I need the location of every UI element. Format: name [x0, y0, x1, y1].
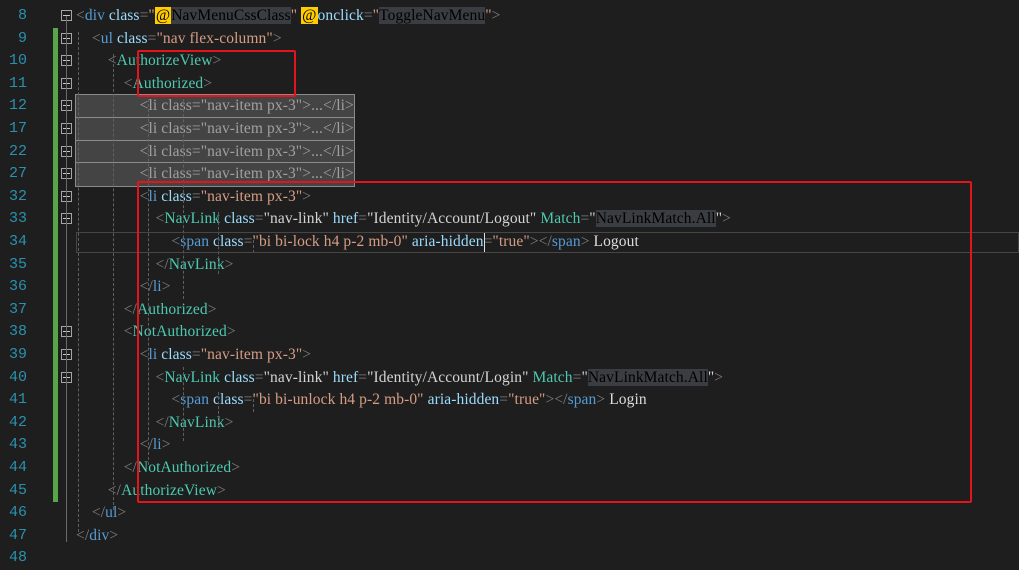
line-number: 10 — [8, 52, 27, 70]
change-indicator — [53, 457, 58, 480]
line-number: 34 — [8, 233, 27, 250]
change-indicator — [53, 118, 58, 141]
change-indicator — [53, 253, 58, 277]
change-indicator — [53, 50, 58, 73]
change-indicator — [53, 411, 58, 435]
line-number: 47 — [8, 526, 27, 544]
code-token: div — [89, 526, 110, 544]
line-number: 35 — [8, 255, 27, 273]
line-number: 9 — [17, 29, 27, 47]
code-line[interactable]: 47 </div> — [0, 525, 1019, 548]
code-token: class — [104, 7, 140, 24]
line-number: 33 — [8, 210, 27, 228]
line-number: 12 — [8, 97, 27, 115]
change-indicator — [53, 389, 58, 412]
code-text[interactable]: <li class="nav-item px-3">...</li> — [75, 117, 355, 142]
code-token: "nav flex-column" — [156, 29, 273, 47]
change-indicator — [53, 276, 58, 299]
line-number: 44 — [8, 459, 27, 476]
code-text[interactable]: </ul> — [76, 502, 126, 525]
code-token: </ — [76, 504, 106, 522]
collapsed-code-line[interactable]: 17 <li class="nav-item px-3">...</li> — [0, 117, 1019, 142]
change-indicator — [53, 208, 58, 231]
change-indicator — [53, 185, 58, 209]
line-number: 40 — [8, 368, 27, 386]
indent-guide — [113, 54, 114, 510]
code-token: NavMenuCssClass — [171, 7, 291, 24]
change-indicator — [53, 140, 58, 164]
code-text[interactable]: <li class="nav-item px-3">...</li> — [75, 94, 355, 119]
code-token: < — [76, 52, 117, 70]
code-line[interactable]: 9 <ul class="nav flex-column"> — [0, 27, 1019, 51]
outline-connector — [66, 16, 67, 542]
collapsed-code-line[interactable]: 22 <li class="nav-item px-3">...</li> — [0, 139, 1019, 165]
line-number: 41 — [8, 391, 27, 409]
code-token: < — [76, 29, 101, 47]
code-line[interactable]: 48 — [0, 547, 1019, 570]
code-editor[interactable]: 8 <div class="@NavMenuCssClass" @onclick=… — [0, 0, 1019, 566]
code-token: < — [76, 74, 133, 92]
line-number: 27 — [8, 165, 27, 183]
indent-guide — [78, 32, 79, 532]
code-text[interactable]: <ul class="nav flex-column"> — [76, 28, 282, 51]
code-token: </ — [76, 300, 137, 318]
code-line[interactable]: 46 </ul> — [0, 502, 1019, 525]
line-number: 38 — [8, 323, 27, 341]
change-indicator — [53, 231, 58, 254]
change-indicator — [53, 27, 58, 51]
line-number: 32 — [8, 187, 27, 205]
line-number: 36 — [8, 278, 27, 296]
collapsed-code-line[interactable]: 12 <li class="nav-item px-3">...</li> — [0, 94, 1019, 119]
change-indicator — [53, 321, 58, 344]
code-token: @ — [301, 7, 318, 24]
code-token: > — [491, 7, 501, 24]
change-indicator — [53, 163, 58, 186]
code-token: ul — [100, 29, 114, 47]
line-number: 42 — [8, 413, 27, 431]
change-indicator — [53, 344, 58, 367]
code-token: < — [76, 7, 85, 24]
change-indicator — [53, 298, 58, 322]
annotation-box — [137, 50, 296, 97]
annotation-box — [137, 181, 972, 503]
line-number: 37 — [8, 300, 27, 318]
code-token: > — [117, 504, 127, 522]
code-line[interactable]: 8 <div class="@NavMenuCssClass" @onclick=… — [0, 5, 1019, 28]
code-token: class — [113, 29, 148, 47]
code-token: ToggleNavMenu — [379, 7, 486, 24]
code-token: onclick — [317, 7, 364, 24]
code-token: = — [363, 7, 373, 24]
code-token: @ — [154, 7, 172, 24]
code-token: <li class="nav-item px-3">...</li> — [76, 97, 354, 115]
line-number: 48 — [8, 549, 27, 567]
change-indicator — [53, 72, 58, 96]
change-indicator — [53, 95, 58, 118]
code-text[interactable]: <li class="nav-item px-3">...</li> — [75, 139, 355, 165]
line-number: 17 — [8, 120, 27, 137]
change-indicator — [53, 366, 58, 390]
code-token: <li class="nav-item px-3">...</li> — [76, 165, 354, 183]
code-token: div — [84, 7, 105, 24]
line-number: 8 — [17, 7, 27, 24]
code-token: " — [148, 7, 155, 24]
code-token: <li class="nav-item px-3">...</li> — [76, 120, 354, 137]
code-token: > — [109, 526, 119, 544]
code-token: ul — [105, 504, 118, 522]
line-number: 11 — [8, 74, 27, 92]
line-number: 39 — [8, 346, 27, 363]
code-text[interactable]: </div> — [76, 525, 118, 548]
code-text[interactable]: <div class="@NavMenuCssClass" @onclick="… — [76, 5, 501, 28]
line-number: 45 — [8, 481, 27, 499]
code-token: < — [76, 323, 133, 341]
change-indicator — [53, 434, 58, 457]
change-indicator — [53, 479, 58, 503]
code-token: </ — [76, 481, 122, 499]
code-token: <li class="nav-item px-3">...</li> — [76, 142, 354, 160]
line-number: 43 — [8, 436, 27, 454]
line-number: 46 — [8, 504, 27, 522]
code-token: > — [272, 29, 282, 47]
code-token: </ — [76, 459, 137, 476]
line-number: 22 — [8, 142, 27, 160]
